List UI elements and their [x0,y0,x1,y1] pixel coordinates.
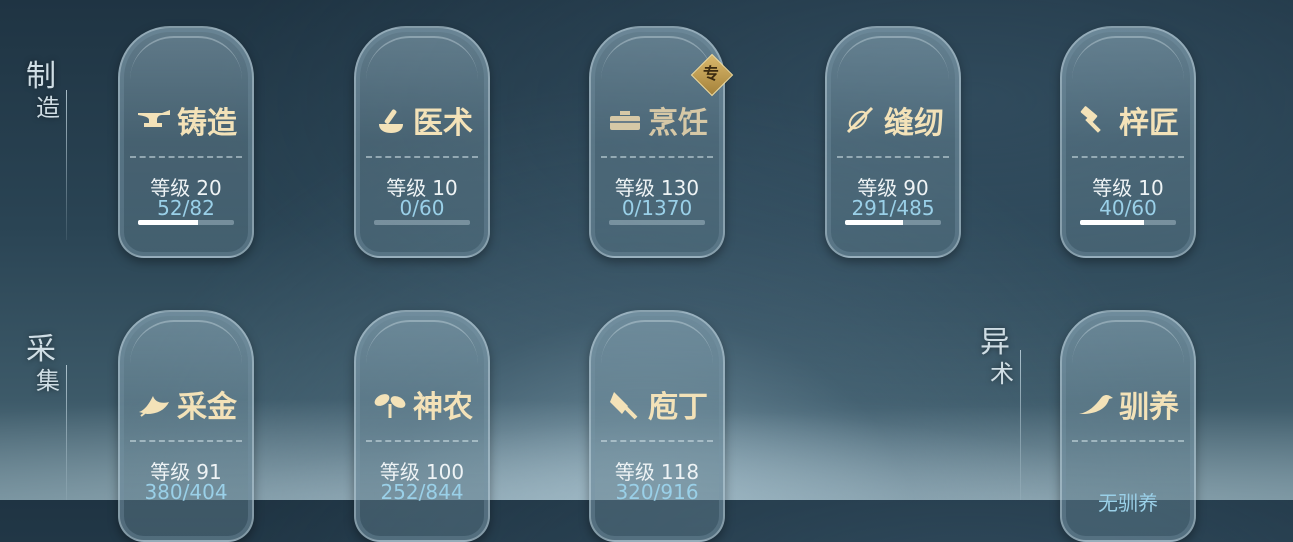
skill-title: 医术 [356,98,488,142]
skill-title: 驯养 [1062,382,1194,426]
divider [1072,440,1184,442]
skill-exp: 0/1370 [621,196,693,220]
hammer-icon [1080,106,1101,133]
progress-bar [845,220,941,225]
skill-title: 缝纫 [827,98,959,142]
bird-icon [1079,394,1113,414]
skill-exp: 291/485 [851,196,935,220]
skill-card-forging[interactable]: 铸造 等级 20 52/82 [118,26,254,258]
skill-exp: 40/60 [1099,196,1157,220]
needle-icon [846,106,874,134]
skill-title: 烹饪 [591,98,723,142]
skill-exp: 52/82 [157,196,215,220]
section-gathering-label: 采 集 [26,332,60,395]
skill-card-medicine[interactable]: 医术 等级 10 0/60 [354,26,490,258]
skill-card-carpentry[interactable]: 梓匠 等级 10 40/60 [1060,26,1196,258]
leaf-icon [139,396,169,417]
skill-exp: 380/404 [144,480,228,504]
divider [837,156,949,158]
divider [130,440,242,442]
skill-title: 梓匠 [1062,98,1194,142]
section-crafting-label: 制 造 [26,59,60,122]
divider [366,156,478,158]
progress-bar [374,220,470,225]
cookware-icon [610,111,640,130]
skill-title: 神农 [356,382,488,426]
section-gathering-line [66,365,67,500]
section-special-line [1020,350,1021,500]
specialty-badge-text: 专 [702,64,719,83]
skill-title: 铸造 [120,98,252,142]
skill-card-cooking[interactable]: 烹饪 专 等级 130 0/1370 [589,26,734,258]
skill-card-taming[interactable]: 驯养 无驯养 [1060,310,1196,542]
progress-bar [138,220,234,225]
cleaver-icon [610,392,638,420]
sprout-icon [374,394,406,418]
section-crafting-line [66,90,67,240]
section-special-label: 异 术 [980,325,1014,388]
skill-exp: 320/916 [615,480,699,504]
anvil-icon [138,110,170,127]
mortar-pestle-icon [379,109,403,133]
divider [1072,156,1184,158]
skill-card-butcher[interactable]: 庖丁 等级 118 320/916 [589,310,725,542]
skill-title: 采金 [120,382,252,426]
skill-card-herbalism[interactable]: 神农 等级 100 252/844 [354,310,490,542]
taming-status: 无驯养 [1098,491,1158,515]
divider [130,156,242,158]
divider [601,440,713,442]
skill-exp: 0/60 [399,196,445,220]
skill-card-gold[interactable]: 采金 等级 91 380/404 [118,310,254,542]
skill-card-sewing[interactable]: 缝纫 等级 90 291/485 [825,26,961,258]
skill-exp: 252/844 [380,480,464,504]
progress-bar [609,220,705,225]
divider [366,440,478,442]
divider [601,156,713,158]
progress-bar [1080,220,1176,225]
skill-title: 庖丁 [591,382,723,426]
